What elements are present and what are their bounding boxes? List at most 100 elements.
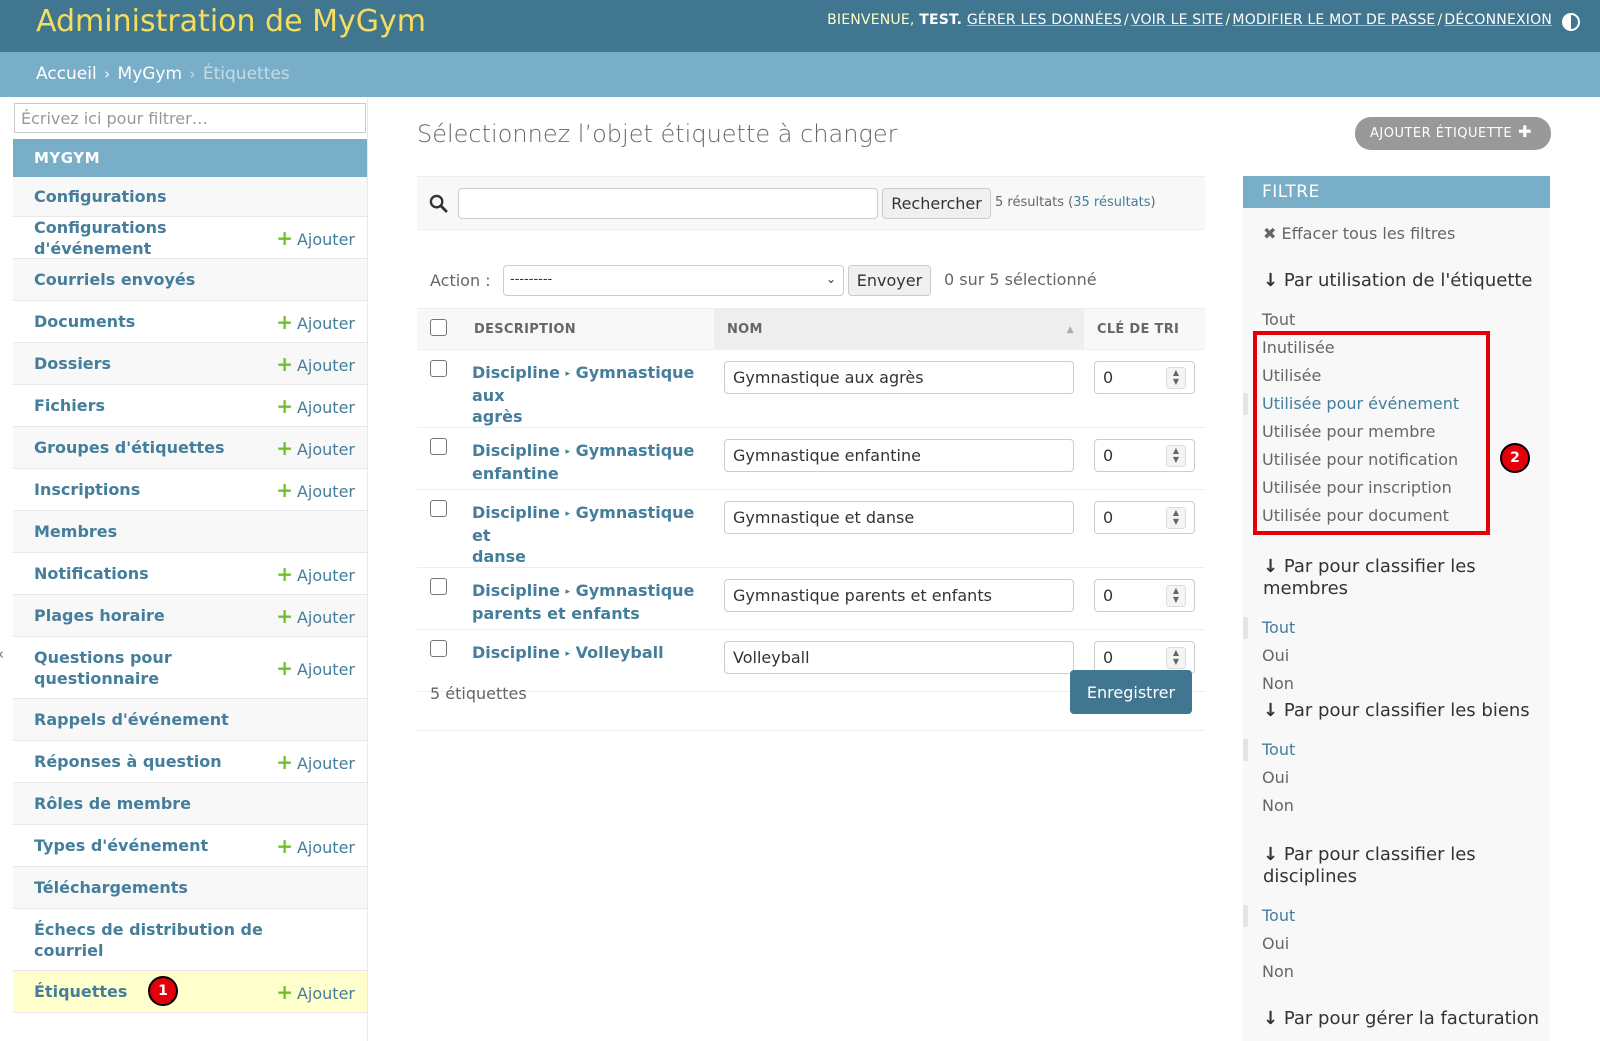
- sidebar-item[interactable]: Téléchargements: [13, 867, 367, 909]
- sidebar-item[interactable]: Groupes d'étiquettes + Ajouter: [13, 427, 367, 469]
- stepper-icon[interactable]: ▲ ▼: [1166, 367, 1186, 389]
- name-input[interactable]: Gymnastique enfantine: [724, 439, 1074, 472]
- sort-key-input[interactable]: 0 ▲ ▼: [1094, 361, 1195, 394]
- sidebar-item-label[interactable]: Inscriptions: [34, 479, 274, 500]
- sidebar-item-label[interactable]: Réponses à question: [34, 751, 274, 772]
- filter-option[interactable]: Oui: [1243, 930, 1550, 958]
- add-tag-button[interactable]: Ajouter étiquette ✚: [1355, 117, 1551, 150]
- save-button[interactable]: Enregistrer: [1070, 670, 1192, 714]
- name-input[interactable]: Gymnastique et danse: [724, 501, 1074, 534]
- filter-group-title[interactable]: ↓ Par pour classifier les membres: [1243, 556, 1550, 600]
- sort-ascending-icon[interactable]: ▲: [1067, 325, 1074, 335]
- sidebar-item[interactable]: Types d'événement + Ajouter: [13, 825, 367, 867]
- theme-toggle-icon[interactable]: [1562, 13, 1580, 31]
- sidebar-item[interactable]: Documents + Ajouter: [13, 301, 367, 343]
- sidebar-item-label[interactable]: Fichiers: [34, 395, 274, 416]
- filter-option[interactable]: Tout: [1243, 902, 1550, 930]
- add-link[interactable]: + Ajouter: [276, 310, 355, 334]
- sort-key-input[interactable]: 0 ▲ ▼: [1094, 579, 1195, 612]
- row-description-link[interactable]: Discipline ▸ Gymnastique parents et enfan…: [472, 580, 714, 624]
- sidebar-item[interactable]: Étiquettes + Ajouter: [13, 971, 367, 1013]
- sidebar-item[interactable]: Rôles de membre: [13, 783, 367, 825]
- sidebar-item[interactable]: Notifications + Ajouter: [13, 553, 367, 595]
- row-checkbox[interactable]: [430, 578, 447, 595]
- sidebar-item-label[interactable]: Documents: [34, 311, 274, 332]
- add-link[interactable]: + Ajouter: [276, 562, 355, 586]
- name-input[interactable]: Gymnastique parents et enfants: [724, 579, 1074, 612]
- nav-filter-input[interactable]: [14, 103, 366, 133]
- sidebar-item[interactable]: Réponses à question + Ajouter: [13, 741, 367, 783]
- logout-link[interactable]: Déconnexion: [1444, 12, 1552, 28]
- add-link[interactable]: + Ajouter: [276, 750, 355, 774]
- filter-option[interactable]: Oui: [1243, 642, 1550, 670]
- name-input[interactable]: Gymnastique aux agrès: [724, 361, 1074, 394]
- view-site-link[interactable]: Voir le site: [1131, 12, 1224, 28]
- filter-option[interactable]: Non: [1243, 958, 1550, 986]
- filter-option[interactable]: Non: [1243, 670, 1550, 698]
- sidebar-item[interactable]: Fichiers + Ajouter: [13, 385, 367, 427]
- row-checkbox[interactable]: [430, 500, 447, 517]
- sidebar-item-label[interactable]: Courriels envoyés: [34, 269, 274, 290]
- sidebar-item[interactable]: Échecs de distribution de courriel: [13, 909, 367, 971]
- sidebar-item-label[interactable]: Rôles de membre: [34, 793, 274, 814]
- manage-data-link[interactable]: Gérer les données: [967, 12, 1122, 28]
- row-checkbox[interactable]: [430, 438, 447, 455]
- sidebar-item[interactable]: Configurations d'événement + Ajouter: [13, 217, 367, 259]
- sidebar-toggle-icon[interactable]: ‹: [0, 645, 4, 663]
- filter-option[interactable]: Tout: [1243, 614, 1550, 642]
- filter-option[interactable]: Oui: [1243, 764, 1550, 792]
- stepper-icon[interactable]: ▲ ▼: [1166, 507, 1186, 529]
- sidebar-item-label[interactable]: Configurations: [34, 186, 274, 207]
- sidebar-item-label[interactable]: Questions pour questionnaire: [34, 647, 274, 689]
- add-link[interactable]: + Ajouter: [276, 980, 355, 1004]
- sidebar-item-label[interactable]: Téléchargements: [34, 877, 274, 898]
- add-link[interactable]: + Ajouter: [276, 604, 355, 628]
- sidebar-item-label[interactable]: Notifications: [34, 563, 274, 584]
- filter-option[interactable]: Non: [1243, 792, 1550, 820]
- sidebar-item-label[interactable]: Types d'événement: [34, 835, 274, 856]
- sort-key-input[interactable]: 0 ▲ ▼: [1094, 439, 1195, 472]
- sidebar-item[interactable]: Inscriptions + Ajouter: [13, 469, 367, 511]
- sidebar-item-label[interactable]: Groupes d'étiquettes: [34, 437, 274, 458]
- sidebar-item-label[interactable]: Dossiers: [34, 353, 274, 374]
- add-link[interactable]: + Ajouter: [276, 436, 355, 460]
- breadcrumb-app[interactable]: MyGym: [118, 64, 183, 84]
- filter-group-title[interactable]: ↓ Par pour classifier les disciplines: [1243, 844, 1550, 888]
- stepper-icon[interactable]: ▲ ▼: [1166, 585, 1186, 607]
- add-link[interactable]: + Ajouter: [276, 478, 355, 502]
- clear-filters-link[interactable]: ✖ Effacer tous les filtres: [1263, 224, 1455, 243]
- row-checkbox[interactable]: [430, 360, 447, 377]
- column-header-description[interactable]: Description: [459, 308, 714, 350]
- column-header-sort-key[interactable]: Clé de tri: [1084, 308, 1205, 350]
- add-link[interactable]: + Ajouter: [276, 834, 355, 858]
- row-description-link[interactable]: Discipline ▸ Gymnastique aux agrès: [472, 362, 714, 427]
- filter-option[interactable]: Tout: [1243, 736, 1550, 764]
- sidebar-item[interactable]: Dossiers + Ajouter: [13, 343, 367, 385]
- sidebar-item-label[interactable]: Plages horaire: [34, 605, 274, 626]
- sidebar-item-label[interactable]: Configurations d'événement: [34, 217, 274, 259]
- sidebar-item-label[interactable]: Rappels d'événement: [34, 709, 274, 730]
- action-go-button[interactable]: Envoyer: [848, 265, 931, 296]
- stepper-icon[interactable]: ▲ ▼: [1166, 445, 1186, 467]
- sort-key-input[interactable]: 0 ▲ ▼: [1094, 501, 1195, 534]
- change-password-link[interactable]: Modifier le mot de passe: [1232, 12, 1435, 28]
- app-caption[interactable]: MyGym: [13, 139, 367, 177]
- filter-option[interactable]: Tout: [1243, 306, 1550, 334]
- add-link[interactable]: + Ajouter: [276, 352, 355, 376]
- add-link[interactable]: + Ajouter: [276, 394, 355, 418]
- filter-group-title[interactable]: ↓ Par utilisation de l'étiquette: [1243, 270, 1550, 292]
- search-input[interactable]: [458, 188, 878, 219]
- site-name[interactable]: Administration de MyGym: [36, 4, 426, 39]
- add-link[interactable]: + Ajouter: [276, 656, 355, 680]
- column-header-name[interactable]: Nom ▲: [714, 308, 1084, 350]
- sidebar-item[interactable]: Plages horaire + Ajouter: [13, 595, 367, 637]
- breadcrumb-home[interactable]: Accueil: [36, 64, 97, 84]
- filter-group-title[interactable]: ↓ Par pour gérer la facturation: [1243, 1008, 1550, 1030]
- sidebar-item[interactable]: Configurations: [13, 177, 367, 217]
- search-button[interactable]: Rechercher: [882, 188, 991, 219]
- show-all-results-link[interactable]: 35 résultats: [1073, 195, 1150, 210]
- sidebar-item-label[interactable]: Membres: [34, 521, 274, 542]
- sidebar-item[interactable]: Courriels envoyés: [13, 259, 367, 301]
- sidebar-item-label[interactable]: Échecs de distribution de courriel: [34, 919, 274, 961]
- select-all-checkbox[interactable]: [430, 318, 447, 336]
